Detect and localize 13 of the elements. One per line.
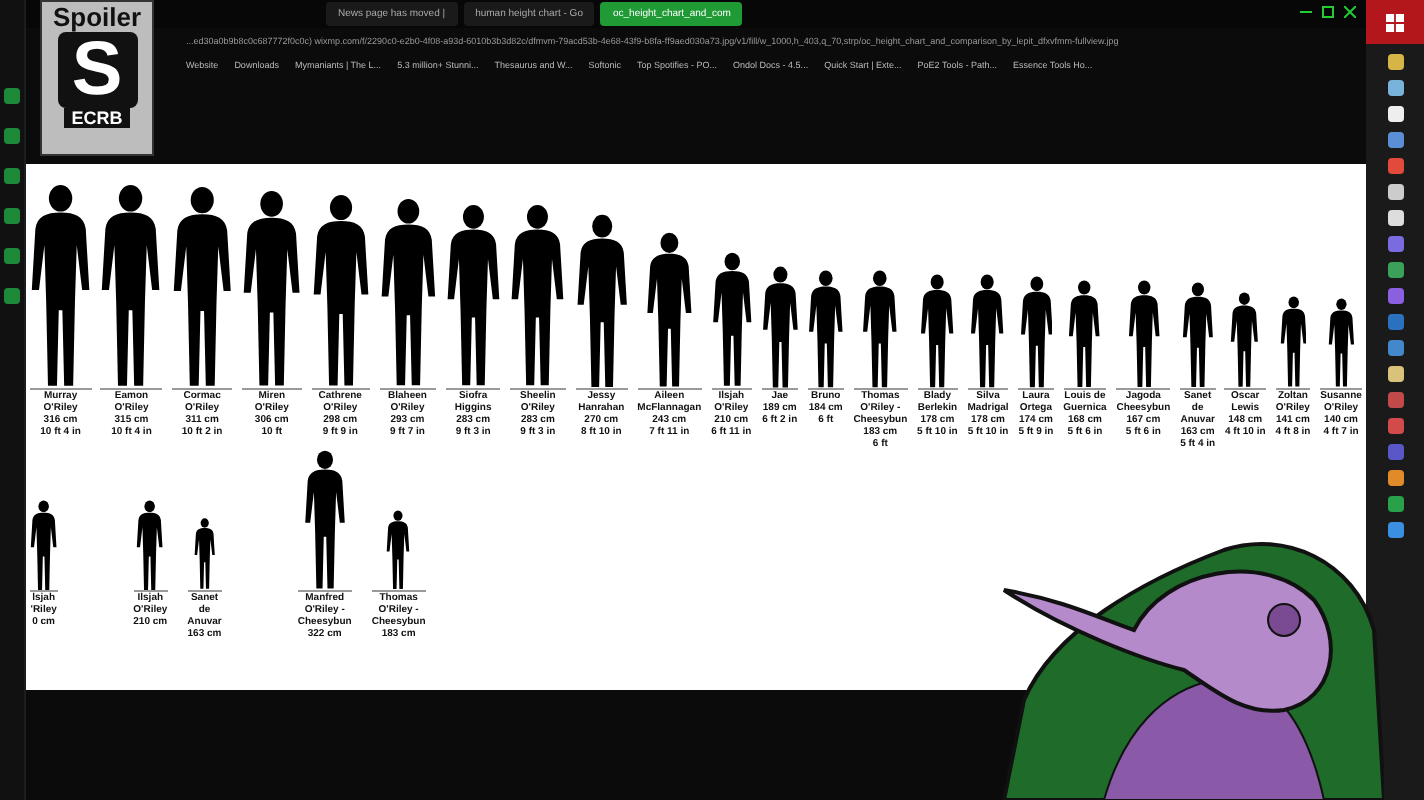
sidebar-icon[interactable] <box>4 168 20 184</box>
logo-title: Spoiler <box>52 2 142 32</box>
sidebar-icon[interactable] <box>4 208 20 224</box>
maximize-icon[interactable] <box>1322 6 1334 18</box>
minimize-icon[interactable] <box>1300 6 1312 18</box>
close-icon[interactable] <box>1344 6 1356 18</box>
sidebar-icon[interactable] <box>4 248 20 264</box>
logo-caption: ECRB <box>63 108 131 128</box>
start-icon[interactable] <box>1366 0 1424 44</box>
sidebar-icon[interactable] <box>4 128 20 144</box>
logo-letter: S <box>57 32 137 108</box>
sidebar-icon[interactable] <box>4 288 20 304</box>
sidebar-icon[interactable] <box>4 88 20 104</box>
